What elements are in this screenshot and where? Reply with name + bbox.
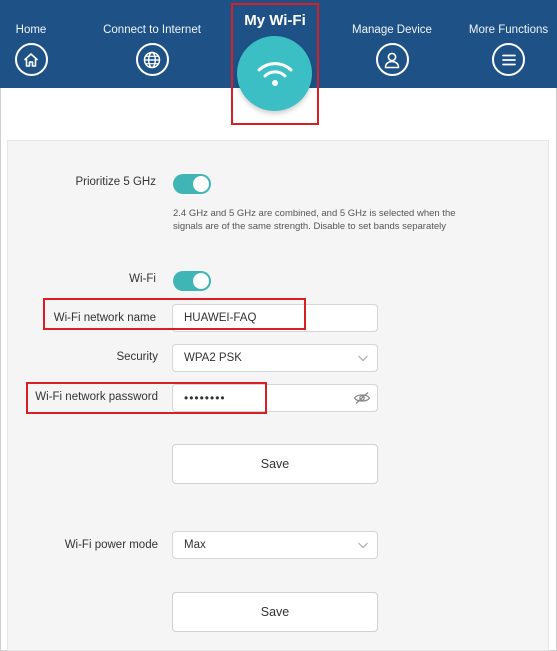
highlight-box-network-name [43,298,306,330]
wifi-toggle[interactable] [173,271,211,291]
eye-icon[interactable] [353,391,371,405]
nav-more-functions[interactable]: More Functions [460,0,557,88]
nav-more-label: More Functions [468,24,549,36]
globe-icon [135,43,169,76]
home-icon [14,43,48,76]
chevron-down-icon [358,542,368,549]
save-power-mode-button[interactable]: Save [172,592,378,632]
wifi-label: Wi-Fi [129,273,156,285]
highlight-box-network-password [26,382,267,414]
save-button[interactable]: Save [172,444,378,484]
prioritize-5ghz-hint: 2.4 GHz and 5 GHz are combined, and 5 GH… [173,208,456,232]
menu-icon [492,43,525,76]
wifi-power-mode-select[interactable]: Max [172,531,378,559]
wifi-power-mode-label: Wi-Fi power mode [64,539,158,551]
nav-connect-label: Connect to Internet [103,24,201,36]
wifi-power-mode-value: Max [184,539,206,551]
security-value: WPA2 PSK [184,352,242,364]
prioritize-5ghz-label: Prioritize 5 GHz [75,176,156,188]
chevron-down-icon [358,355,368,362]
prioritize-5ghz-toggle[interactable] [173,174,211,194]
nav-manage-device[interactable]: Manage Device [342,0,442,88]
nav-home[interactable]: Home [0,0,62,88]
nav-home-label: Home [15,24,47,36]
security-label: Security [116,351,158,363]
nav-connect-to-internet[interactable]: Connect to Internet [94,0,210,88]
highlight-box-my-wifi [231,3,319,125]
nav-manage-label: Manage Device [352,24,432,36]
security-select[interactable]: WPA2 PSK [172,344,378,372]
user-icon [375,43,409,76]
